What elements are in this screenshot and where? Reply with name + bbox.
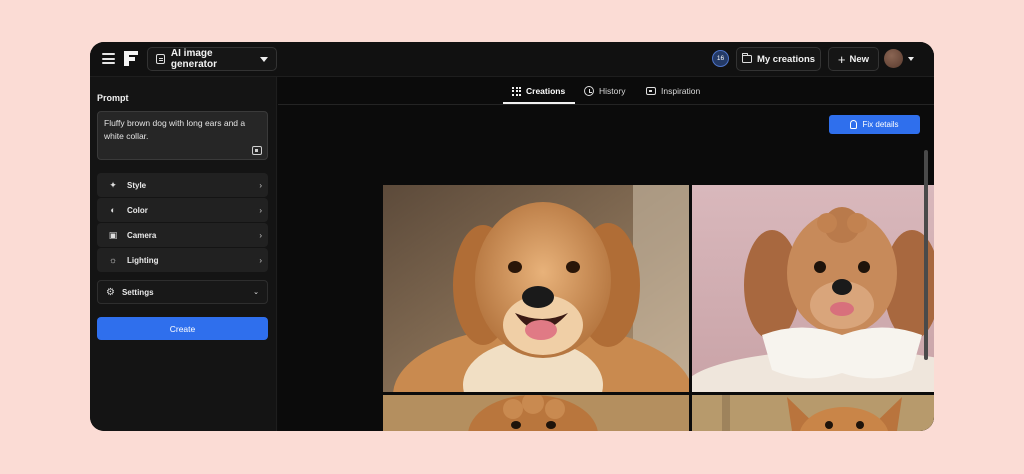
sidebar: Prompt Fluffy brown dog with long ears a… (90, 77, 277, 431)
new-label: New (849, 53, 870, 65)
plus-icon: + (837, 51, 846, 67)
option-label: Camera (127, 230, 157, 240)
folder-icon (741, 53, 752, 63)
tab-history[interactable]: History (584, 86, 625, 96)
prompt-input[interactable]: Fluffy brown dog with long ears and a wh… (97, 111, 268, 160)
new-button[interactable]: + New (828, 47, 879, 71)
tab-label: Inspiration (661, 86, 701, 96)
chevron-right-icon: › (259, 205, 262, 215)
document-icon (156, 54, 165, 64)
my-creations-label: My creations (756, 53, 816, 65)
credits-badge[interactable]: 16 (712, 50, 729, 67)
fix-details-label: Fix details (862, 120, 899, 129)
option-label: Style (127, 180, 147, 190)
generated-image-2[interactable] (692, 185, 934, 392)
generated-image-4[interactable] (692, 395, 934, 431)
caret-down-icon (260, 56, 268, 62)
generated-image-1[interactable] (383, 185, 689, 392)
option-label: Color (127, 205, 148, 215)
app-window: AI image generator 16 My creations + New… (90, 42, 934, 431)
option-style[interactable]: ✦ Style › (97, 173, 268, 197)
prompt-label: Prompt (97, 93, 129, 103)
style-icon: ✦ (109, 179, 117, 190)
prompt-options: ✦ Style › ◐ Color › ▣ Camera › ☼ Lightin… (97, 173, 268, 273)
sun-icon: ☼ (108, 255, 118, 265)
chevron-right-icon: › (259, 255, 262, 265)
option-camera[interactable]: ▣ Camera › (97, 223, 268, 247)
enhance-prompt-icon[interactable] (252, 146, 262, 155)
settings-label: Settings (121, 287, 154, 297)
history-icon (584, 86, 594, 96)
prompt-text: Fluffy brown dog with long ears and a wh… (104, 118, 246, 141)
hamburger-menu-icon[interactable] (102, 53, 115, 64)
option-color[interactable]: ◐ Color › (97, 198, 268, 222)
settings-dropdown[interactable]: ⚙ Settings ⌄ (97, 280, 268, 304)
inspiration-icon (646, 87, 656, 95)
top-bar: AI image generator 16 My creations + New (90, 42, 934, 77)
create-button[interactable]: Create (97, 317, 268, 340)
tab-inspiration[interactable]: Inspiration (646, 86, 700, 96)
chevron-right-icon: › (259, 230, 262, 240)
gear-icon: ⚙ (106, 286, 115, 298)
chevron-down-icon: ⌄ (253, 289, 259, 296)
tab-bar: Creations History Inspiration (278, 77, 934, 105)
option-lighting[interactable]: ☼ Lighting › (97, 248, 268, 272)
generated-image-3[interactable] (383, 395, 689, 431)
tab-label: Creations (526, 86, 566, 96)
chevron-right-icon: › (259, 180, 262, 190)
tab-creations[interactable]: Creations (512, 86, 565, 96)
caret-down-icon[interactable] (908, 57, 914, 61)
camera-icon: ▣ (108, 229, 118, 240)
palette-icon: ◐ (110, 205, 116, 215)
grid-icon (512, 86, 521, 96)
active-tab-indicator (503, 102, 575, 104)
tool-selector-label: AI image generator (170, 48, 218, 70)
tab-label: History (599, 86, 626, 96)
my-creations-button[interactable]: My creations (736, 47, 821, 71)
scrollbar[interactable] (924, 150, 928, 360)
avatar[interactable] (884, 49, 903, 68)
fix-details-button[interactable]: Fix details (829, 115, 920, 134)
main-panel: Creations History Inspiration Fix detail… (278, 77, 934, 431)
tool-selector[interactable]: AI image generator (147, 47, 277, 71)
lightbulb-icon (850, 120, 858, 129)
option-label: Lighting (127, 255, 159, 265)
app-logo[interactable] (124, 51, 138, 66)
